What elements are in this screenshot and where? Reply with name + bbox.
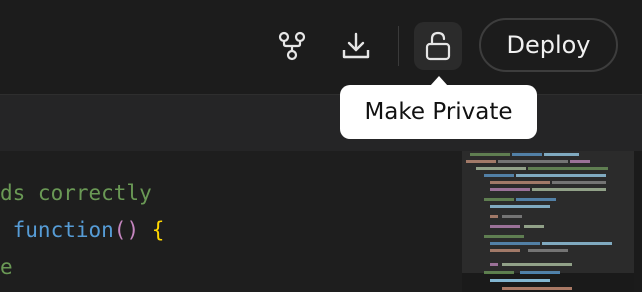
code-token: { bbox=[139, 218, 165, 242]
vertical-scrollbar[interactable] bbox=[634, 151, 642, 292]
minimap-line bbox=[502, 287, 572, 290]
code-line: e bbox=[0, 249, 13, 286]
visibility-toggle-button[interactable] bbox=[414, 22, 462, 70]
download-button[interactable] bbox=[332, 22, 380, 70]
code-token: function bbox=[0, 218, 114, 242]
code-token: () bbox=[113, 218, 140, 242]
minimap-line bbox=[490, 279, 550, 282]
minimap-viewport[interactable] bbox=[462, 151, 634, 273]
fork-icon bbox=[278, 31, 306, 61]
code-line: function() { bbox=[0, 212, 165, 249]
deploy-button[interactable]: Deploy bbox=[479, 18, 618, 72]
code-content[interactable]: ds correctly function() { e bbox=[0, 151, 460, 292]
tooltip: Make Private bbox=[340, 85, 537, 139]
download-icon bbox=[342, 32, 370, 59]
tab-bar bbox=[0, 94, 642, 152]
toolbar-divider bbox=[398, 26, 399, 66]
fork-button[interactable] bbox=[268, 22, 316, 70]
code-token: e bbox=[0, 255, 13, 279]
unlock-icon bbox=[425, 31, 451, 61]
code-line: ds correctly bbox=[0, 175, 152, 212]
code-token: ds correctly bbox=[0, 181, 152, 205]
